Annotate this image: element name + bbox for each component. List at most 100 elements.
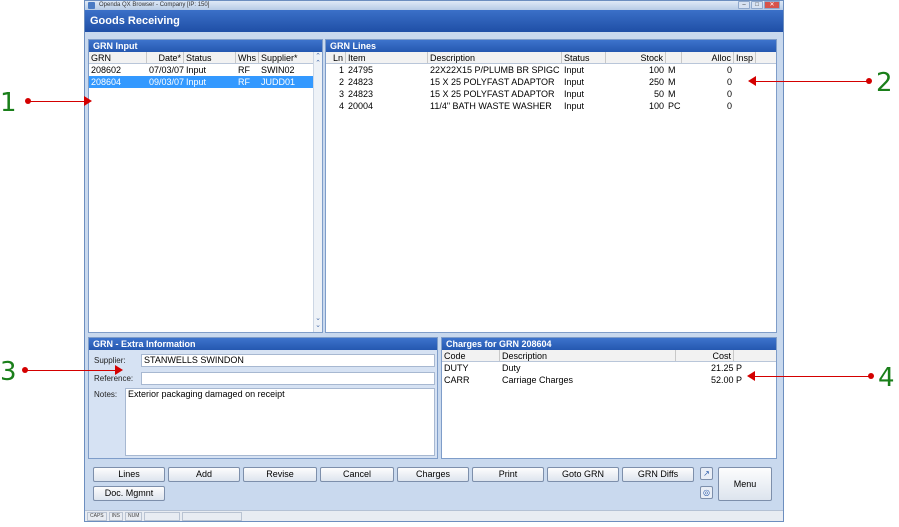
table-row[interactable]: CARR Carriage Charges 52.00 P: [442, 374, 776, 386]
annotation-line-2: [756, 81, 868, 82]
table-row-selected[interactable]: 208604 09/03/07 Input RF JUDD01: [89, 76, 315, 88]
table-row[interactable]: 1 24795 22X22X15 P/PLUMB BR SPIGC Input …: [326, 64, 776, 76]
grn-lines-header: Ln Item Description Status Stock Alloc I…: [326, 52, 776, 64]
cell-status: Input: [564, 89, 585, 99]
cell-item: 20004: [348, 101, 374, 111]
app-title: Goods Receiving: [85, 10, 783, 32]
cell-item: 24795: [348, 65, 374, 75]
col-description[interactable]: Description: [500, 350, 676, 361]
table-row[interactable]: 3 24823 15 X 25 POLYFAST ADAPTOR Input 5…: [326, 88, 776, 100]
annotation-arrow-1: [84, 96, 92, 106]
col-stock[interactable]: Stock: [606, 52, 666, 63]
table-row[interactable]: 4 20004 11/4" BATH WASTE WASHER Input 10…: [326, 100, 776, 112]
cell-description: 15 X 25 POLYFAST ADAPTOR: [430, 89, 555, 99]
cell-description: Carriage Charges: [502, 375, 574, 385]
cell-description: Duty: [502, 363, 521, 373]
doc-mgmnt-button[interactable]: Doc. Mgmnt: [93, 486, 165, 501]
cell-ln: 1: [338, 65, 344, 75]
cell-insp: [734, 88, 756, 100]
col-whs[interactable]: Whs: [236, 52, 259, 63]
cell-stock: 100: [648, 65, 664, 75]
col-ln[interactable]: Ln: [326, 52, 346, 63]
caps-indicator: CAPS: [87, 512, 107, 521]
table-row[interactable]: DUTY Duty 21.25 P: [442, 362, 776, 374]
cell-ln: 3: [338, 89, 344, 99]
col-item[interactable]: Item: [346, 52, 428, 63]
cancel-button[interactable]: Cancel: [320, 467, 394, 482]
cell-date: 07/03/07: [149, 65, 184, 75]
col-status[interactable]: Status: [184, 52, 236, 63]
annotation-marker-4: 4: [878, 363, 895, 393]
cell-supplier: JUDD01: [261, 77, 296, 87]
col-grn[interactable]: GRN: [89, 52, 147, 63]
scroll-up-icon[interactable]: ⌃: [314, 60, 322, 68]
table-row[interactable]: 208602 07/03/07 Input RF SWIN02: [89, 64, 322, 76]
notes-label: Notes:: [94, 390, 118, 399]
col-unit[interactable]: [666, 52, 682, 63]
grn-input-title: GRN Input: [89, 40, 322, 52]
cell-description: 22X22X15 P/PLUMB BR SPIGC: [430, 65, 560, 75]
minimize-icon[interactable]: –: [738, 1, 750, 9]
cell-unit: M: [668, 77, 676, 87]
annotation-arrow-4: [747, 371, 755, 381]
grn-input-scrollbar[interactable]: ⌃ ⌃ ⌄ ⌄: [313, 52, 322, 332]
col-alloc[interactable]: Alloc: [682, 52, 734, 63]
add-button[interactable]: Add: [168, 467, 240, 482]
grn-diffs-button[interactable]: GRN Diffs: [622, 467, 694, 482]
charges-header: Code Description Cost: [442, 350, 776, 362]
cell-unit: M: [668, 89, 676, 99]
link-icon[interactable]: ↗: [700, 467, 713, 480]
close-icon[interactable]: ✕: [764, 1, 780, 9]
reference-label: Reference:: [94, 374, 134, 383]
num-indicator: NUM: [124, 512, 143, 521]
cell-stock: 250: [648, 77, 664, 87]
window-title: Openda QX Browser - Company [IP: 150]: [99, 2, 210, 8]
cell-supplier: SWIN02: [261, 65, 295, 75]
col-status[interactable]: Status: [562, 52, 606, 63]
cell-alloc: 0: [726, 89, 732, 99]
col-date[interactable]: Date*: [147, 52, 184, 63]
status-pane: [182, 512, 243, 521]
reference-field[interactable]: [141, 372, 435, 385]
cell-grn: 208604: [91, 77, 122, 87]
goto-grn-button[interactable]: Goto GRN: [547, 467, 619, 482]
cell-item: 24823: [348, 77, 374, 87]
cell-unit: PC: [668, 101, 681, 111]
notes-field[interactable]: Exterior packaging damaged on receipt: [125, 388, 435, 456]
charges-button[interactable]: Charges: [397, 467, 469, 482]
extra-info-title: GRN - Extra Information: [89, 338, 437, 350]
menu-button[interactable]: Menu: [718, 467, 772, 501]
col-cost[interactable]: Cost: [676, 350, 734, 361]
cell-code: CARR: [444, 375, 470, 385]
table-row[interactable]: 2 24823 15 X 25 POLYFAST ADAPTOR Input 2…: [326, 76, 776, 88]
col-supplier[interactable]: Supplier*: [259, 52, 315, 63]
cell-code: DUTY: [444, 363, 469, 373]
status-pane: [144, 512, 181, 521]
print-button[interactable]: Print: [472, 467, 544, 482]
annotation-line-3: [25, 370, 115, 371]
col-description[interactable]: Description: [428, 52, 562, 63]
maximize-icon[interactable]: □: [751, 1, 763, 9]
cell-ln: 4: [338, 101, 344, 111]
title-bar: Openda QX Browser - Company [IP: 150] – …: [85, 1, 783, 10]
grn-input-panel: GRN Input GRN Date* Status Whs Supplier*…: [88, 39, 323, 333]
application-window: Openda QX Browser - Company [IP: 150] – …: [84, 0, 784, 522]
ins-indicator: INS: [108, 512, 123, 521]
revise-button[interactable]: Revise: [243, 467, 317, 482]
cell-insp: [734, 100, 756, 112]
charges-title: Charges for GRN 208604: [442, 338, 776, 350]
cell-insp: [734, 64, 756, 76]
cell-status: Input: [186, 77, 207, 87]
annotation-arrow-2: [748, 76, 756, 86]
extra-info-panel: GRN - Extra Information Supplier: STANWE…: [88, 337, 438, 459]
lines-button[interactable]: Lines: [93, 467, 165, 482]
col-insp[interactable]: Insp: [734, 52, 756, 63]
cell-alloc: 0: [726, 101, 732, 111]
settings-icon[interactable]: ◎: [700, 486, 713, 499]
col-code[interactable]: Code: [442, 350, 500, 361]
scroll-down-bottom-icon[interactable]: ⌄: [314, 322, 322, 330]
cell-status: Input: [564, 101, 585, 111]
grn-input-header: GRN Date* Status Whs Supplier*: [89, 52, 322, 64]
supplier-field[interactable]: STANWELLS SWINDON: [141, 354, 435, 367]
cell-cost: 21.25 P: [710, 363, 742, 373]
